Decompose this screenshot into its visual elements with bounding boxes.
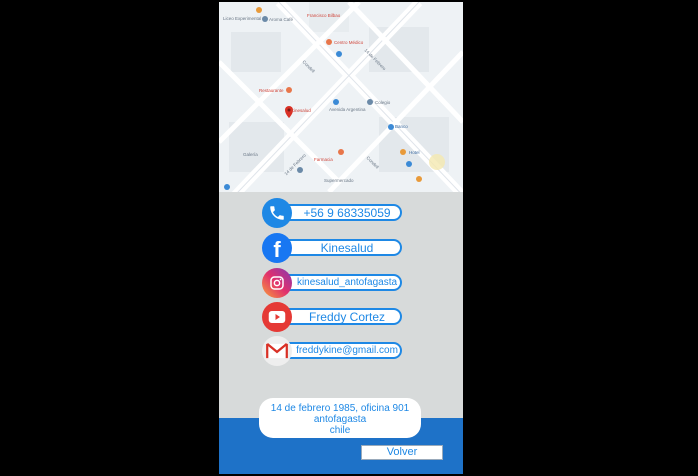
map-label: Colegio <box>375 100 391 105</box>
youtube-link[interactable]: Freddy Cortez <box>274 308 402 325</box>
map-label: Galería <box>243 152 258 157</box>
map-label: Liceo Experimental <box>223 16 262 21</box>
email-link[interactable]: freddykine@gmail.com <box>274 342 402 359</box>
address-line-1: 14 de febrero 1985, oficina 901 <box>270 403 410 414</box>
facebook-icon[interactable]: f <box>262 233 292 263</box>
map-label: Restaurante <box>259 88 284 93</box>
address-line-3: chile <box>329 425 351 436</box>
youtube-icon[interactable] <box>262 302 292 332</box>
gmail-icon[interactable] <box>262 336 292 366</box>
map-label: Avenida Argentina <box>329 107 366 112</box>
map-label: Aroma Café <box>269 17 294 22</box>
address-line-2: antofagasta <box>313 414 367 425</box>
map-view[interactable]: Liceo Experimental Aroma Café Francisco … <box>219 2 463 192</box>
map-label: Francisco Bilbao <box>307 13 341 18</box>
phone-icon[interactable] <box>262 198 292 228</box>
address-card: 14 de febrero 1985, oficina 901 antofaga… <box>259 398 421 438</box>
map-label: Kinesalud <box>291 108 311 113</box>
phone-link[interactable]: +56 9 68335059 <box>274 204 402 221</box>
app-screen: Liceo Experimental Aroma Café Francisco … <box>219 2 463 474</box>
map-label: Supermercado <box>324 178 354 183</box>
map-streets <box>219 2 463 192</box>
facebook-link[interactable]: Kinesalud <box>274 239 402 256</box>
map-label: Centro Médico <box>334 40 364 45</box>
back-button[interactable]: Volver <box>361 445 443 460</box>
map-label: Farmacia <box>314 157 333 162</box>
map-label: Hotel <box>409 150 420 155</box>
map-label: Banco <box>395 124 408 129</box>
instagram-link[interactable]: kinesalud_antofagasta <box>274 274 402 291</box>
instagram-icon[interactable] <box>262 268 292 298</box>
